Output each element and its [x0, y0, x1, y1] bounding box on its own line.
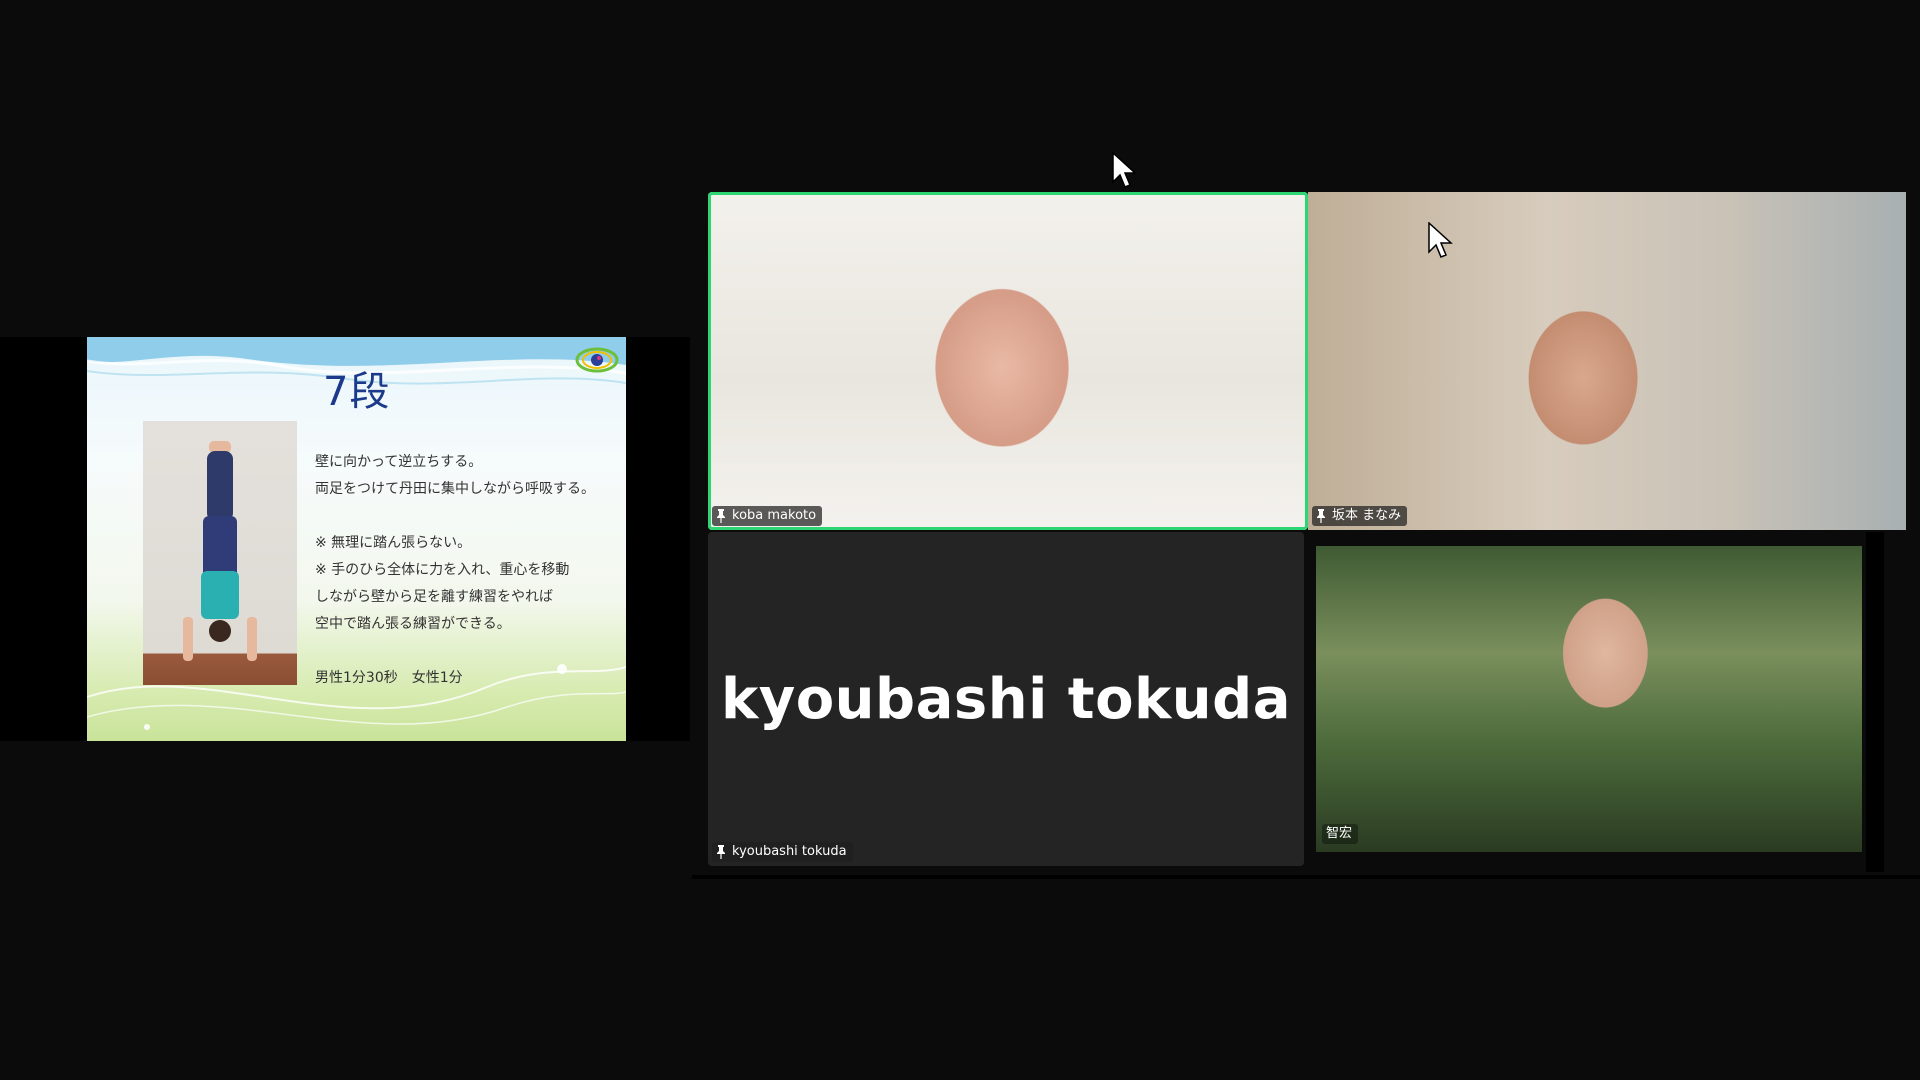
slide-line: 空中で踏ん張る練習ができる。 [315, 616, 511, 632]
participant-name: 坂本 まなみ [1332, 508, 1402, 523]
presentation-slide: 7段 壁に向かって逆立ちする。 両足をつけて丹田に集中しながら呼吸する。 ※ 無… [87, 337, 626, 741]
slide-line: 両足をつけて丹田に集中しながら呼吸する。 [315, 481, 595, 497]
video-tile-tomohiro[interactable]: 智宏 [1316, 546, 1862, 852]
slide-line: ※ 無理に踏ん張らない。 [315, 535, 472, 551]
slide-body: 壁に向かって逆立ちする。 両足をつけて丹田に集中しながら呼吸する。 ※ 無理に踏… [315, 449, 615, 638]
participant-name-tag: 坂本 まなみ [1312, 506, 1408, 526]
logo-icon [575, 347, 619, 373]
participant-name-tag: kyoubashi tokuda [712, 842, 853, 862]
pin-icon [717, 845, 725, 859]
participant-name-tag: 智宏 [1322, 824, 1359, 844]
gallery-bottom-divider [692, 875, 1920, 879]
video-tile-koba-makoto[interactable]: koba makoto [708, 192, 1308, 530]
slide-footer-text: 男性1分30秒 女性1分 [315, 670, 463, 686]
mouse-cursor-icon [1428, 222, 1453, 258]
participant-name: kyoubashi tokuda [732, 844, 847, 859]
slide-line: 壁に向かって逆立ちする。 [315, 454, 483, 470]
participant-name: 智宏 [1326, 826, 1353, 841]
pin-icon [717, 509, 725, 523]
meeting-window: 7段 壁に向かって逆立ちする。 両足をつけて丹田に集中しながら呼吸する。 ※ 無… [0, 0, 1920, 1080]
gallery-edge [1866, 532, 1884, 872]
video-tile-kyoubashi-tokuda[interactable]: kyoubashi tokuda kyoubashi tokuda [708, 532, 1304, 866]
pin-icon [1317, 509, 1325, 523]
slide-line: しながら壁から足を離す練習をやれば [315, 589, 553, 605]
shared-screen[interactable]: 7段 壁に向かって逆立ちする。 両足をつけて丹田に集中しながら呼吸する。 ※ 無… [0, 337, 690, 741]
slide-line-gap [315, 503, 615, 530]
participant-name: koba makoto [732, 508, 817, 523]
slide-line: ※ 手のひら全体に力を入れ、重心を移動 [315, 562, 570, 578]
slide-footer-swirl [87, 664, 626, 730]
mouse-cursor-icon [1112, 152, 1137, 188]
participant-name-tag: koba makoto [712, 506, 823, 526]
participant-display-name: kyoubashi tokuda [720, 666, 1292, 732]
slide-title: 7段 [323, 369, 391, 415]
video-tile-sakamoto-manami[interactable]: 坂本 まなみ [1308, 192, 1906, 530]
